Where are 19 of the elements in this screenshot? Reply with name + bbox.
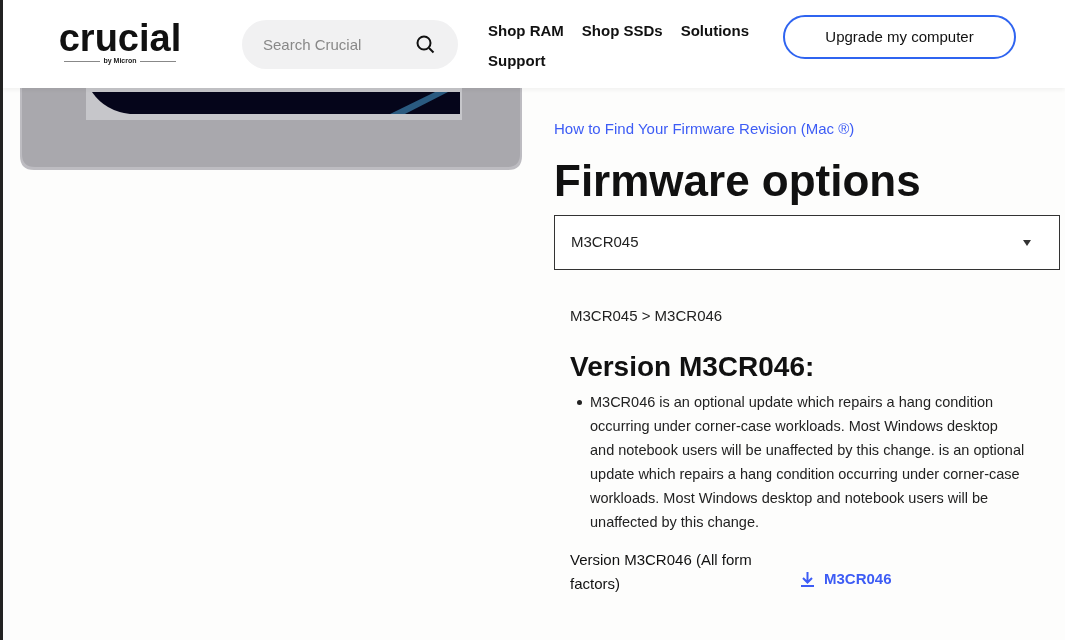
- search-field[interactable]: Search Crucial: [242, 20, 458, 69]
- download-label: Version M3CR046 (All form factors): [570, 549, 753, 594]
- version-path: M3CR045 > M3CR046: [570, 306, 724, 326]
- version-heading: Version M3CR046:: [570, 349, 816, 384]
- nav-link[interactable]: Shop RAM: [488, 20, 564, 42]
- section-heading: Firmware options: [554, 155, 922, 207]
- nav-link[interactable]: Shop SSDs: [581, 20, 663, 42]
- firmware-link[interactable]: How to Find Your Firmware Revision (Mac ®): [554, 119, 1060, 139]
- search-icon[interactable]: [416, 35, 435, 54]
- release-note: M3CR046 is an optional update which repairs a hang condition occurring under corner-case workloads. Most Windows desktop and notebook users will be unaffected by this change. is an optional update which repairs a hang condition occurring under corner-case workloads. Most Windows desktop and notebook users will be unaffected by this change.: [590, 392, 1025, 532]
- bullet-icon: [577, 399, 582, 405]
- nav-link[interactable]: Solutions: [680, 20, 749, 42]
- dropdown-caret-icon: [1023, 239, 1031, 246]
- firmware-select[interactable]: M3CR045: [554, 215, 1060, 270]
- download-icon: [799, 571, 816, 588]
- upgrade-button[interactable]: Upgrade my computer: [783, 15, 1016, 59]
- download-link[interactable]: M3CR046: [799, 568, 892, 591]
- nav-link[interactable]: Support: [488, 50, 546, 72]
- logo-wordmark: crucial: [58, 20, 182, 56]
